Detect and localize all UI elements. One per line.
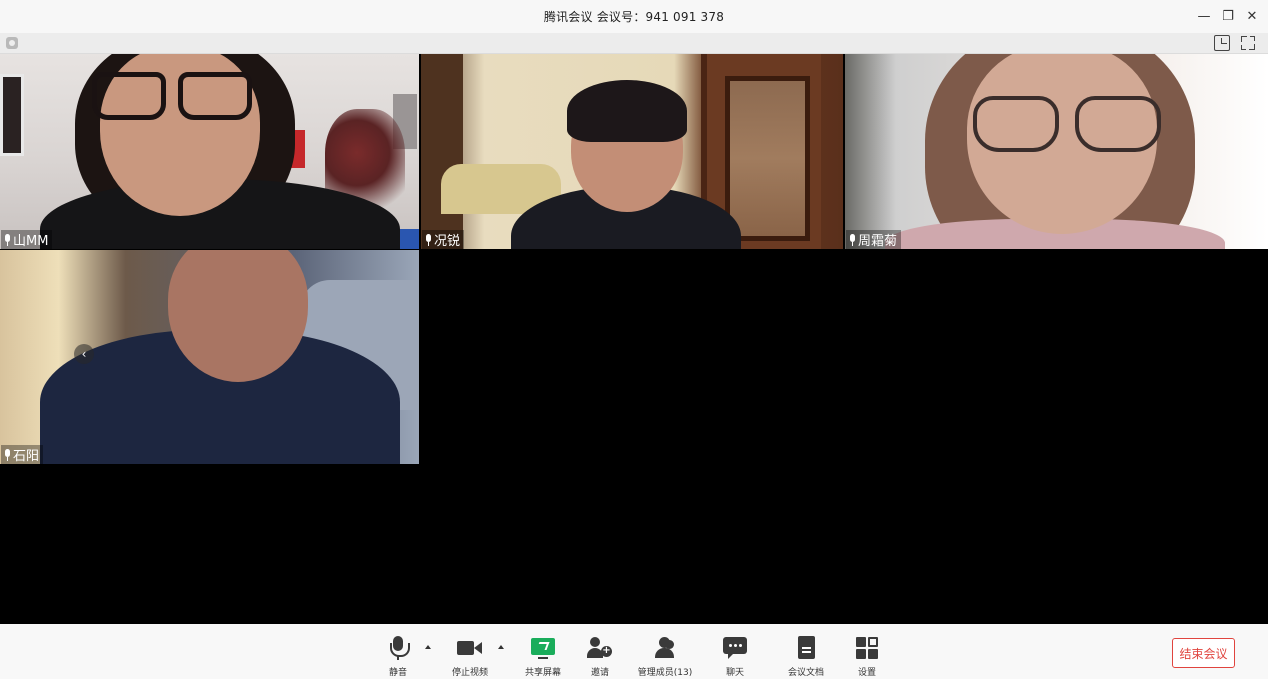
- members-icon: [652, 635, 678, 661]
- mic-icon: [3, 233, 11, 246]
- video-tile[interactable]: 山MM: [0, 54, 419, 249]
- participant-name: 石阳: [13, 449, 40, 464]
- settings-grid-icon: [854, 635, 880, 661]
- manage-members-label: 管理成员(13): [637, 668, 693, 678]
- wall-frame: [0, 74, 24, 156]
- minimize-button[interactable]: —: [1194, 7, 1214, 27]
- chat-button[interactable]: 聊天: [719, 624, 751, 679]
- layout-switch-icon[interactable]: [1214, 35, 1230, 51]
- participant-name-tag: 况锐: [422, 230, 465, 249]
- participant-name-tag: 周霜菊: [846, 230, 902, 249]
- microphone-icon: [385, 635, 411, 661]
- fullscreen-icon[interactable]: [1240, 35, 1256, 51]
- video-gallery: 山MM 况锐 周霜菊 ‹ 石阳: [0, 54, 1268, 624]
- window-controls: — ❐ ✕: [1194, 0, 1262, 33]
- participant-name: 周霜菊: [858, 234, 898, 249]
- video-tile[interactable]: 周霜菊: [845, 54, 1268, 249]
- participant-name-tag: 石阳: [1, 445, 44, 464]
- invite-label: 邀请: [590, 668, 609, 678]
- view-controls: [1214, 35, 1256, 51]
- invite-button[interactable]: + 邀请: [584, 624, 616, 679]
- chat-icon: [722, 635, 748, 661]
- video-options-arrow-icon[interactable]: [498, 645, 504, 649]
- end-meeting-button[interactable]: 结束会议: [1172, 638, 1235, 668]
- restore-button[interactable]: ❐: [1218, 7, 1238, 27]
- video-tile[interactable]: 况锐: [421, 54, 843, 249]
- meeting-info-bar: [0, 33, 1268, 54]
- close-button[interactable]: ✕: [1242, 7, 1262, 27]
- invite-user-icon: +: [587, 635, 613, 661]
- audio-options-arrow-icon[interactable]: [425, 645, 431, 649]
- mic-icon: [848, 233, 856, 246]
- settings-button[interactable]: 设置: [851, 624, 883, 679]
- participant-glasses: [92, 72, 252, 120]
- stop-video-button[interactable]: 停止视频: [448, 624, 492, 679]
- meeting-docs-button[interactable]: 会议文档: [784, 624, 828, 679]
- title-bar: 腾讯会议 会议号：941 091 378 — ❐ ✕: [0, 0, 1268, 33]
- meeting-docs-label: 会议文档: [787, 668, 824, 678]
- share-screen-label: 共享屏幕: [524, 668, 561, 678]
- security-shield-icon[interactable]: [6, 37, 18, 49]
- stop-video-label: 停止视频: [451, 668, 488, 678]
- background-shelf: [421, 54, 463, 249]
- mic-icon: [3, 448, 11, 461]
- meeting-window: 腾讯会议 会议号：941 091 378 — ❐ ✕ 山MM 况锐 周霜菊 ‹ …: [0, 0, 1268, 679]
- participant-name: 山MM: [13, 234, 49, 249]
- share-screen-button[interactable]: 共享屏幕: [522, 624, 564, 679]
- share-screen-icon: [530, 635, 556, 661]
- settings-label: 设置: [857, 668, 876, 678]
- mic-icon: [424, 233, 432, 246]
- manage-members-button[interactable]: 管理成员(13): [636, 624, 694, 679]
- video-tile[interactable]: ‹ 石阳: [0, 250, 419, 464]
- mute-button[interactable]: 静音: [380, 624, 416, 679]
- mute-label: 静音: [388, 668, 407, 678]
- previous-page-arrow-icon[interactable]: ‹: [74, 344, 94, 364]
- window-title: 腾讯会议 会议号：941 091 378: [543, 10, 725, 24]
- document-icon: [793, 635, 819, 661]
- meeting-toolbar: 静音 停止视频 共享屏幕 + 邀请 管理成员(13) 聊天 会议文档 设置 结束…: [0, 624, 1268, 679]
- participant-glasses: [973, 96, 1163, 152]
- chat-label: 聊天: [725, 668, 744, 678]
- participant-name-tag: 山MM: [1, 230, 53, 249]
- participant-hair: [567, 80, 687, 142]
- participant-name: 况锐: [434, 234, 461, 249]
- video-camera-icon: [457, 635, 483, 661]
